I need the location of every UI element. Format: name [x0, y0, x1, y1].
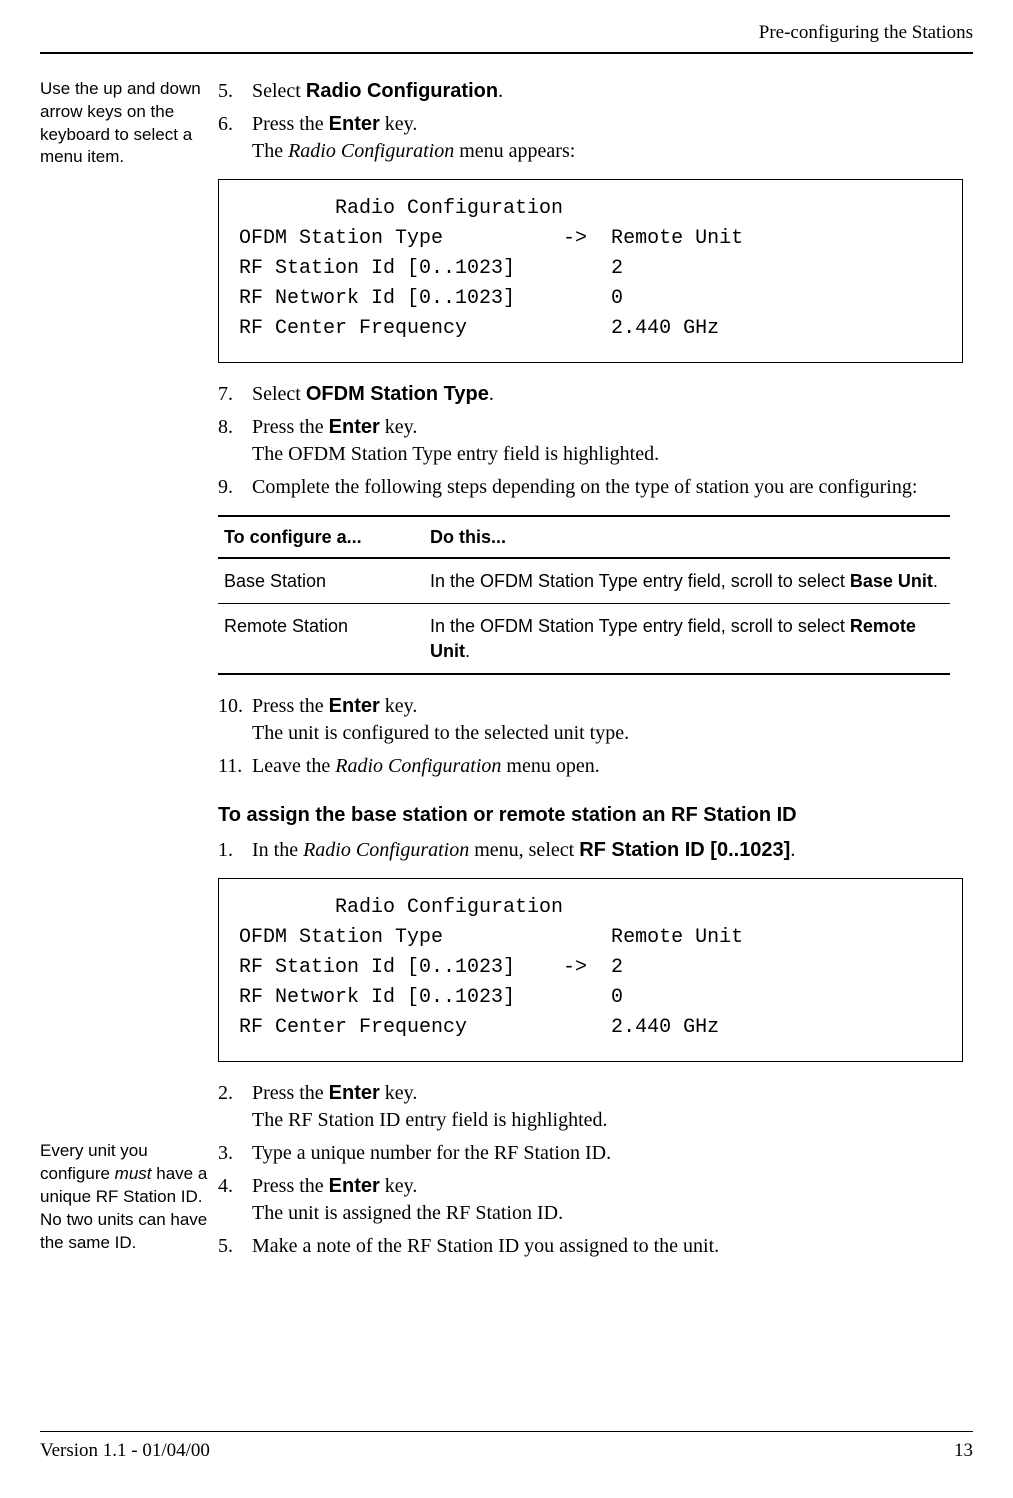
table-header: Do this...	[424, 516, 950, 558]
sidenote-unique-id: Every unit you configure must have a uni…	[40, 1140, 210, 1255]
step-10: 10. Press the Enter key. The unit is con…	[218, 693, 973, 747]
text: Type a unique number for the RF Station …	[252, 1140, 973, 1167]
step-b4: 4. Press the Enter key. The unit is assi…	[218, 1173, 973, 1227]
table-header: To configure a...	[218, 516, 424, 558]
text: Leave the	[252, 755, 335, 777]
text: key.	[380, 113, 418, 135]
text: Press the	[252, 1082, 329, 1104]
text: Complete the following steps depending o…	[252, 474, 973, 501]
bold-term: Radio Configuration	[306, 80, 498, 102]
italic-term: Radio Configuration	[288, 140, 454, 162]
step-number: 4.	[218, 1173, 252, 1227]
text: Press the	[252, 1175, 329, 1197]
text: .	[790, 839, 795, 861]
step-number: 6.	[218, 111, 252, 165]
running-header: Pre-configuring the Stations	[40, 20, 973, 54]
text: Make a note of the RF Station ID you ass…	[252, 1233, 973, 1260]
text: The	[252, 140, 288, 162]
bold-term: Enter	[329, 1175, 380, 1197]
bold-term: Enter	[329, 695, 380, 717]
footer-version: Version 1.1 - 01/04/00	[40, 1438, 210, 1464]
step-7: 7. Select OFDM Station Type.	[218, 381, 973, 408]
text: Select	[252, 80, 306, 102]
bold-term: Enter	[329, 113, 380, 135]
text: Press the	[252, 113, 329, 135]
table-row: Base Station In the OFDM Station Type en…	[218, 558, 950, 604]
text: The unit is configured to the selected u…	[252, 722, 629, 744]
radio-config-menu-2: Radio Configuration OFDM Station Type Re…	[218, 878, 963, 1062]
text: In the	[252, 839, 303, 861]
step-6: 6. Press the Enter key. The Radio Config…	[218, 111, 973, 165]
step-number: 11.	[218, 753, 252, 780]
text: Select	[252, 383, 306, 405]
text: menu open.	[501, 755, 599, 777]
table-cell: In the OFDM Station Type entry field, sc…	[424, 558, 950, 604]
step-5: 5. Select Radio Configuration.	[218, 78, 973, 105]
step-b3: 3. Type a unique number for the RF Stati…	[218, 1140, 973, 1167]
subsection-heading: To assign the base station or remote sta…	[218, 802, 973, 829]
step-number: 3.	[218, 1140, 252, 1167]
text: key.	[380, 695, 418, 717]
step-number: 2.	[218, 1080, 252, 1134]
text: The RF Station ID entry field is highlig…	[252, 1109, 608, 1131]
text: In the OFDM Station Type entry field, sc…	[430, 616, 850, 636]
step-number: 5.	[218, 78, 252, 105]
text: The OFDM Station Type entry field is hig…	[252, 443, 659, 465]
table-cell: Base Station	[218, 558, 424, 604]
text: menu appears:	[454, 140, 575, 162]
text: .	[498, 80, 503, 102]
text: Press the	[252, 416, 329, 438]
text: menu, select	[469, 839, 579, 861]
sidenote-arrow-keys: Use the up and down arrow keys on the ke…	[40, 78, 210, 170]
step-number: 7.	[218, 381, 252, 408]
italic-term: must	[115, 1164, 152, 1183]
bold-term: Enter	[329, 416, 380, 438]
step-8: 8. Press the Enter key. The OFDM Station…	[218, 414, 973, 468]
bold-term: OFDM Station Type	[306, 383, 489, 405]
step-b1: 1. In the Radio Configuration menu, sele…	[218, 837, 973, 864]
step-11: 11. Leave the Radio Configuration menu o…	[218, 753, 973, 780]
step-b2: 2. Press the Enter key. The RF Station I…	[218, 1080, 973, 1134]
step-9: 9. Complete the following steps dependin…	[218, 474, 973, 501]
text: The unit is assigned the RF Station ID.	[252, 1202, 563, 1224]
step-number: 1.	[218, 837, 252, 864]
text: key.	[380, 1175, 418, 1197]
text: .	[933, 571, 938, 591]
text: key.	[380, 1082, 418, 1104]
table-cell: In the OFDM Station Type entry field, sc…	[424, 604, 950, 674]
radio-config-menu-1: Radio Configuration OFDM Station Type ->…	[218, 179, 963, 363]
step-b5: 5. Make a note of the RF Station ID you …	[218, 1233, 973, 1260]
text: key.	[380, 416, 418, 438]
step-number: 9.	[218, 474, 252, 501]
text: Press the	[252, 695, 329, 717]
italic-term: Radio Configuration	[335, 755, 501, 777]
text: .	[465, 641, 470, 661]
italic-term: Radio Configuration	[303, 839, 469, 861]
step-number: 10.	[218, 693, 252, 747]
step-number: 8.	[218, 414, 252, 468]
step-number: 5.	[218, 1233, 252, 1260]
config-table: To configure a... Do this... Base Statio…	[218, 515, 950, 675]
text: .	[489, 383, 494, 405]
bold-term: RF Station ID [0..1023]	[579, 839, 790, 861]
bold-term: Base Unit	[850, 571, 933, 591]
table-row: Remote Station In the OFDM Station Type …	[218, 604, 950, 674]
table-cell: Remote Station	[218, 604, 424, 674]
text: In the OFDM Station Type entry field, sc…	[430, 571, 850, 591]
page-number: 13	[954, 1438, 973, 1464]
bold-term: Enter	[329, 1082, 380, 1104]
